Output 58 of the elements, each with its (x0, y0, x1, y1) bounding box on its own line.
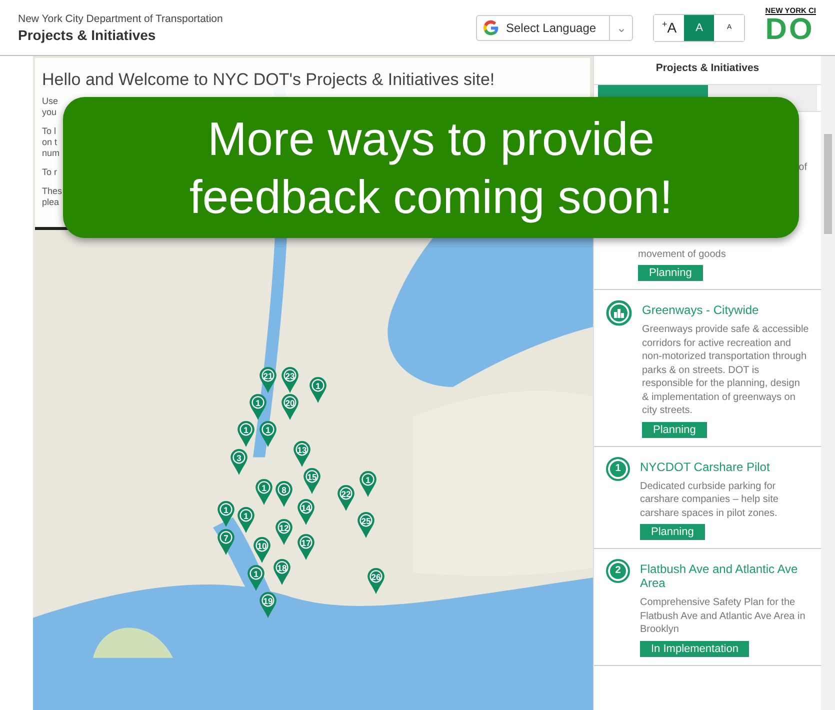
map-marker[interactable]: 3 (230, 449, 248, 475)
map-marker[interactable]: 22 (337, 485, 355, 511)
map-marker[interactable]: 1 (247, 565, 265, 591)
project-title[interactable]: Flatbush Ave and Atlantic Ave Area (640, 562, 809, 590)
map-marker[interactable]: 1 (359, 471, 377, 497)
welcome-text: you (42, 107, 57, 118)
map-marker[interactable]: 23 (281, 367, 299, 393)
map-marker[interactable]: 1 (217, 501, 235, 527)
project-description: of (798, 162, 807, 173)
banner-text: More ways to provide (208, 110, 654, 167)
project-number: 1 (606, 456, 630, 480)
map-marker[interactable]: 1 (237, 421, 255, 447)
map-marker[interactable]: 26 (367, 568, 385, 594)
map-marker[interactable]: 1 (237, 507, 255, 533)
welcome-text: Thes (42, 186, 62, 197)
map-marker[interactable]: 1 (259, 421, 277, 447)
status-badge: Planning (638, 265, 703, 281)
map-marker[interactable]: 19 (259, 592, 277, 618)
font-size-button[interactable]: A (684, 14, 714, 40)
map-marker[interactable]: 7 (217, 529, 235, 555)
welcome-text: To l (42, 126, 56, 137)
status-badge: In Implementation (640, 640, 750, 656)
project-title[interactable]: Greenways - Citywide (642, 303, 759, 317)
welcome-text: To r (42, 167, 58, 178)
map-marker[interactable]: 18 (273, 559, 291, 585)
map-marker[interactable]: 1 (309, 377, 327, 403)
agency-name: New York City Department of Transportation (18, 12, 224, 24)
status-badge: Planning (640, 524, 705, 540)
status-badge: Planning (642, 422, 707, 438)
language-select[interactable]: Select Language ⌄ (476, 14, 634, 40)
map-marker[interactable]: 17 (297, 534, 315, 560)
map-marker[interactable]: 12 (275, 519, 293, 545)
welcome-text: on t (42, 137, 58, 148)
welcome-text: num (42, 148, 60, 159)
map-marker[interactable]: 14 (297, 499, 315, 525)
scrollbar[interactable] (821, 56, 835, 710)
project-description: movement of goods (638, 248, 726, 261)
welcome-text: Use (42, 96, 58, 107)
banner-text: feedback coming soon! (189, 168, 673, 225)
map-marker[interactable]: 1 (249, 394, 267, 420)
site-title: Projects & Initiatives (18, 26, 157, 42)
map-marker[interactable]: 10 (253, 537, 271, 563)
google-logo-icon (482, 18, 500, 36)
map-marker[interactable]: 1 (255, 479, 273, 505)
project-number: 2 (606, 559, 630, 583)
project-title[interactable]: NYCDOT Carshare Pilot (640, 460, 770, 474)
map-marker[interactable]: 13 (293, 441, 311, 467)
map-marker[interactable]: 25 (357, 512, 375, 538)
welcome-text: plea (42, 197, 60, 208)
map-marker[interactable]: 21 (259, 367, 277, 393)
project-description: Comprehensive Safety Plan for the Flatbush Ave and Atlantic Ave Area in Brooklyn (640, 596, 806, 636)
project-description: Dedicated curbside parking for carshare companies – help site carshare spaces in pilot zones. (640, 480, 780, 520)
map-marker[interactable]: 20 (281, 394, 299, 420)
welcome-heading: Hello and Welcome to NYC DOT's Projects & Initiatives site! (42, 70, 496, 90)
map-marker[interactable]: 15 (303, 468, 321, 494)
map-marker[interactable]: 8 (275, 481, 293, 507)
project-description: Greenways provide safe & accessible corridors for active recreation and non-motorized transportation through parks & on streets. DOT is responsible for the planning, design & implementation of greenways on city streets. (642, 323, 809, 418)
city-buildings-icon (606, 300, 632, 326)
